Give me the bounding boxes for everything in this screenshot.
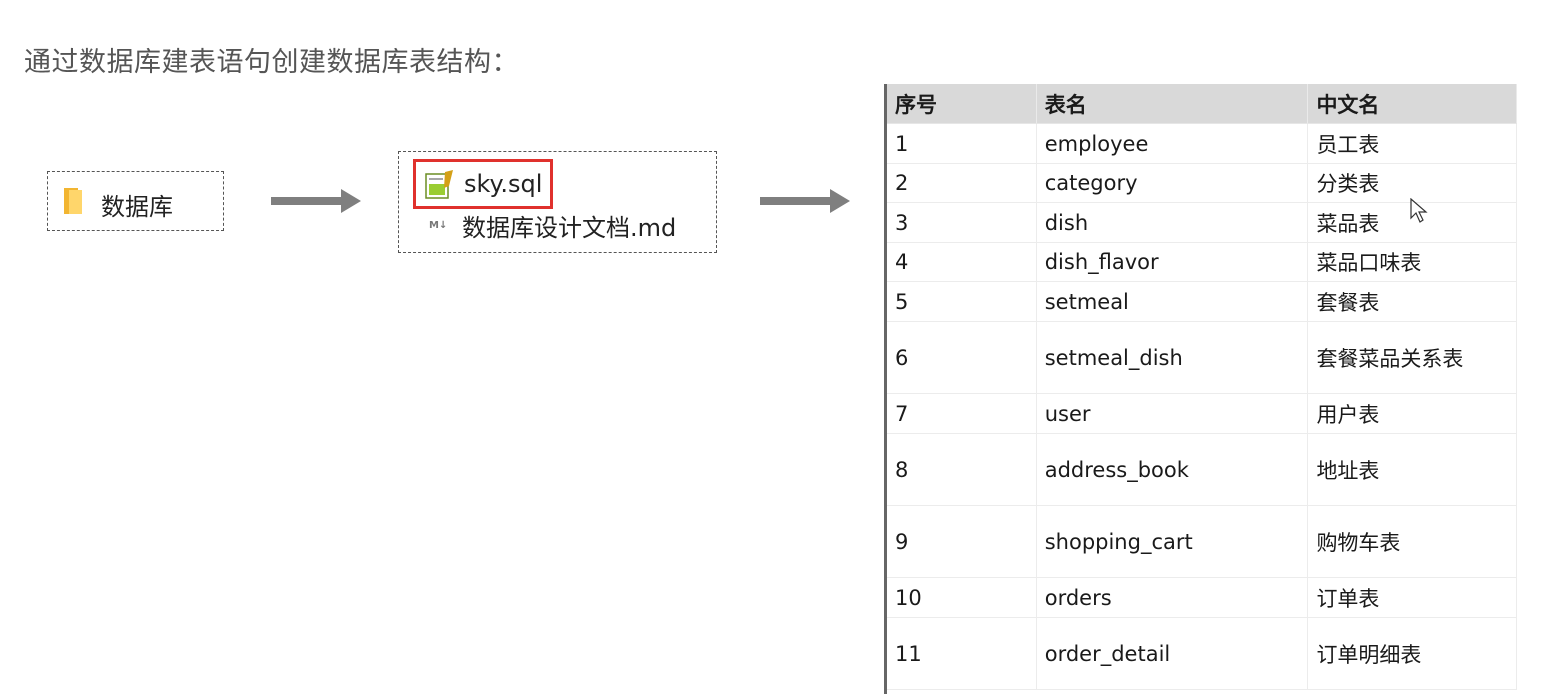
- cell-index: 11: [887, 617, 1037, 690]
- cell-chinese-name: 地址表: [1307, 433, 1517, 506]
- cell-table-name: orders: [1036, 577, 1309, 618]
- cell-index: 5: [887, 281, 1037, 322]
- file-list: sky.sql M↓ 数据库设计文档.md: [398, 151, 717, 253]
- column-header-index: 序号: [887, 84, 1037, 124]
- table-row: 11 order_detail 订单明细表: [887, 617, 1517, 690]
- cell-table-name: user: [1036, 393, 1309, 434]
- cell-chinese-name: 购物车表: [1307, 505, 1517, 578]
- sql-file-icon: [425, 170, 453, 199]
- table-row: 4 dish_flavor 菜品口味表: [887, 242, 1517, 282]
- cell-chinese-name: 用户表: [1307, 393, 1517, 434]
- cell-table-name: employee: [1036, 123, 1309, 164]
- table-row: 6 setmeal_dish 套餐菜品关系表: [887, 321, 1517, 394]
- cell-chinese-name: 员工表: [1307, 123, 1517, 164]
- cell-index: 1: [887, 123, 1037, 164]
- cell-index: 2: [887, 163, 1037, 203]
- table-row: 1 employee 员工表: [887, 123, 1517, 164]
- cell-index: 6: [887, 321, 1037, 394]
- cell-index: 9: [887, 505, 1037, 578]
- column-header-table-name: 表名: [1036, 84, 1309, 124]
- table-row: 7 user 用户表: [887, 393, 1517, 434]
- cell-index: 3: [887, 202, 1037, 243]
- cell-table-name: setmeal_dish: [1036, 321, 1309, 394]
- cell-index: 10: [887, 577, 1037, 618]
- markdown-file-icon: M↓: [429, 220, 448, 231]
- column-header-chinese-name: 中文名: [1307, 84, 1517, 124]
- cell-index: 7: [887, 393, 1037, 434]
- cell-table-name: order_detail: [1036, 617, 1309, 690]
- folder-icon: [64, 188, 82, 214]
- cell-table-name: category: [1036, 163, 1309, 203]
- table-row: 9 shopping_cart 购物车表: [887, 505, 1517, 578]
- table-row: 2 category 分类表: [887, 163, 1517, 203]
- cell-chinese-name: 套餐表: [1307, 281, 1517, 322]
- database-folder[interactable]: 数据库: [47, 171, 224, 231]
- sql-file-highlight[interactable]: sky.sql: [413, 159, 553, 209]
- cell-chinese-name: 分类表: [1307, 163, 1517, 203]
- right-arrow-icon: [271, 189, 361, 213]
- cell-table-name: setmeal: [1036, 281, 1309, 322]
- sql-file-name: sky.sql: [464, 170, 543, 198]
- cell-chinese-name: 套餐菜品关系表: [1307, 321, 1517, 394]
- cell-chinese-name: 订单明细表: [1307, 617, 1517, 690]
- cell-table-name: dish: [1036, 202, 1309, 243]
- table-header-row: 序号 表名 中文名: [887, 84, 1517, 124]
- cell-index: 4: [887, 242, 1037, 282]
- cell-chinese-name: 订单表: [1307, 577, 1517, 618]
- table-container: 序号 表名 中文名 1 employee 员工表 2 category 分类表 …: [884, 84, 1517, 694]
- cell-chinese-name: 菜品口味表: [1307, 242, 1517, 282]
- database-folder-label: 数据库: [101, 193, 173, 221]
- page-heading: 通过数据库建表语句创建数据库表结构：: [24, 47, 519, 78]
- markdown-file-name[interactable]: 数据库设计文档.md: [462, 208, 676, 243]
- cell-table-name: shopping_cart: [1036, 505, 1309, 578]
- cell-index: 8: [887, 433, 1037, 506]
- table-row: 8 address_book 地址表: [887, 433, 1517, 506]
- table-row: 5 setmeal 套餐表: [887, 281, 1517, 322]
- table-row: 10 orders 订单表: [887, 577, 1517, 618]
- mouse-cursor-icon: [1410, 198, 1428, 223]
- right-arrow-icon: [760, 189, 850, 213]
- tables-table: 序号 表名 中文名 1 employee 员工表 2 category 分类表 …: [887, 84, 1517, 690]
- cell-table-name: dish_flavor: [1036, 242, 1309, 282]
- cell-table-name: address_book: [1036, 433, 1309, 506]
